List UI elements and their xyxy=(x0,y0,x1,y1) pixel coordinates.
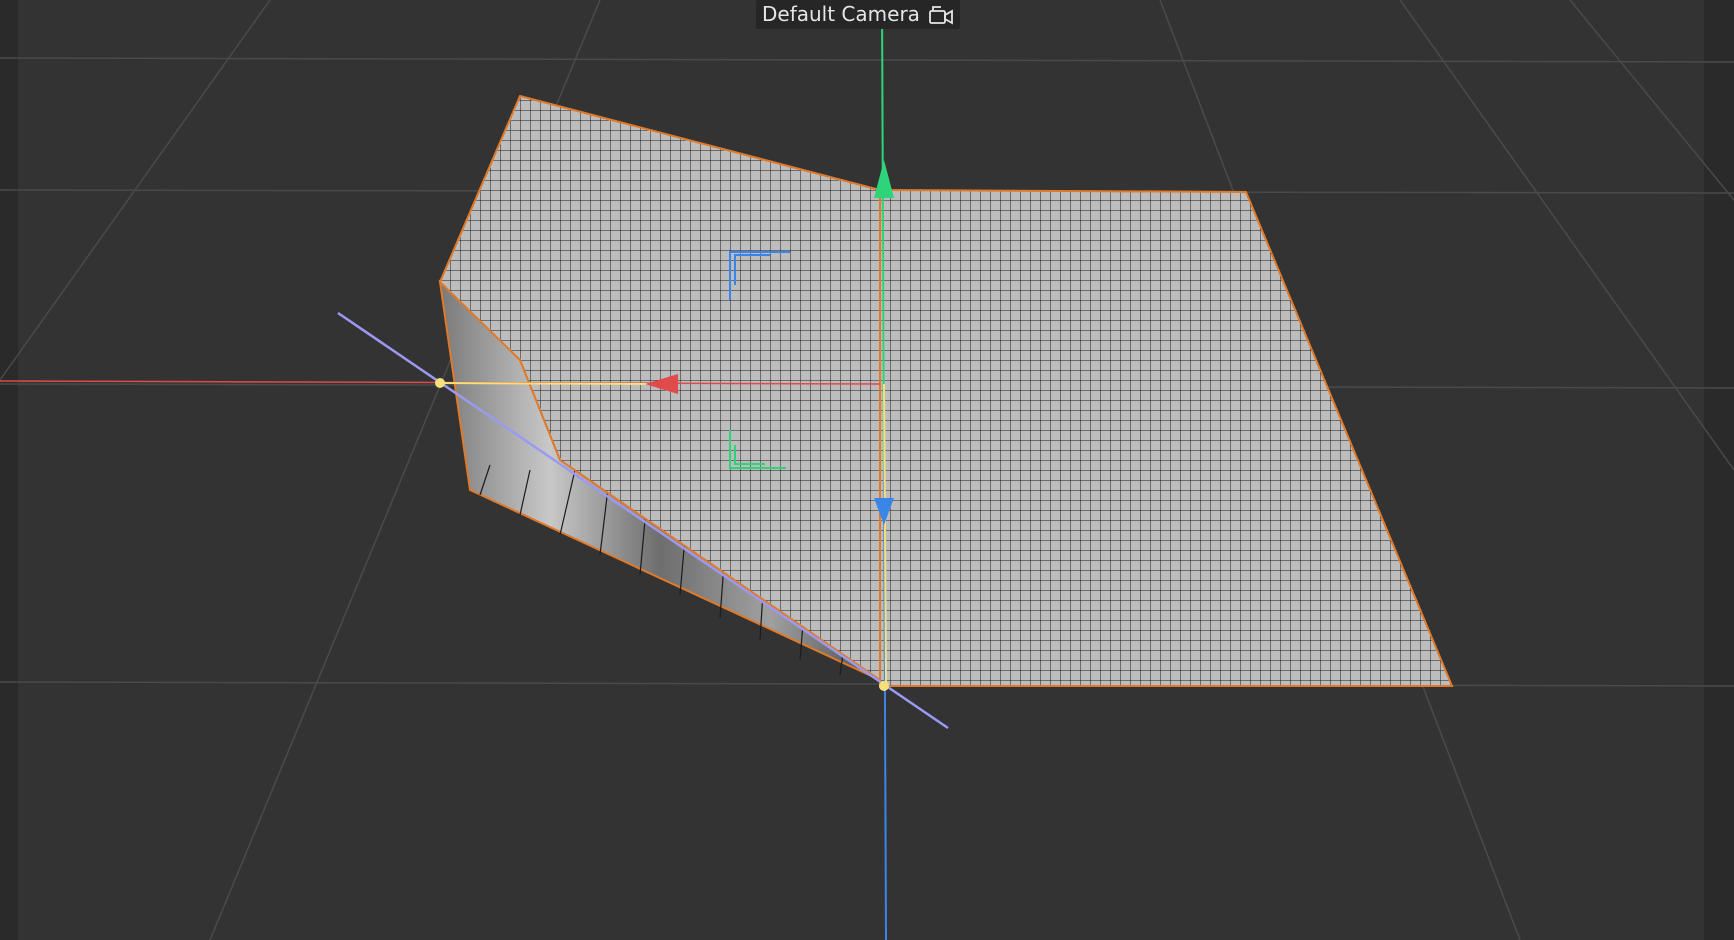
yellow-guide-x xyxy=(439,382,651,385)
camera-label-text: Default Camera xyxy=(762,2,920,26)
3d-viewport[interactable]: Default Camera xyxy=(0,0,1734,940)
guide-point-left[interactable] xyxy=(435,378,445,388)
mesh-flat-plane[interactable] xyxy=(879,188,1454,687)
y-axis-arrow-handle[interactable] xyxy=(874,160,894,198)
camera-icon xyxy=(928,4,954,26)
camera-selector[interactable]: Default Camera xyxy=(756,0,960,29)
scene-canvas[interactable] xyxy=(0,0,1734,940)
guide-point-bottom[interactable] xyxy=(879,681,889,691)
